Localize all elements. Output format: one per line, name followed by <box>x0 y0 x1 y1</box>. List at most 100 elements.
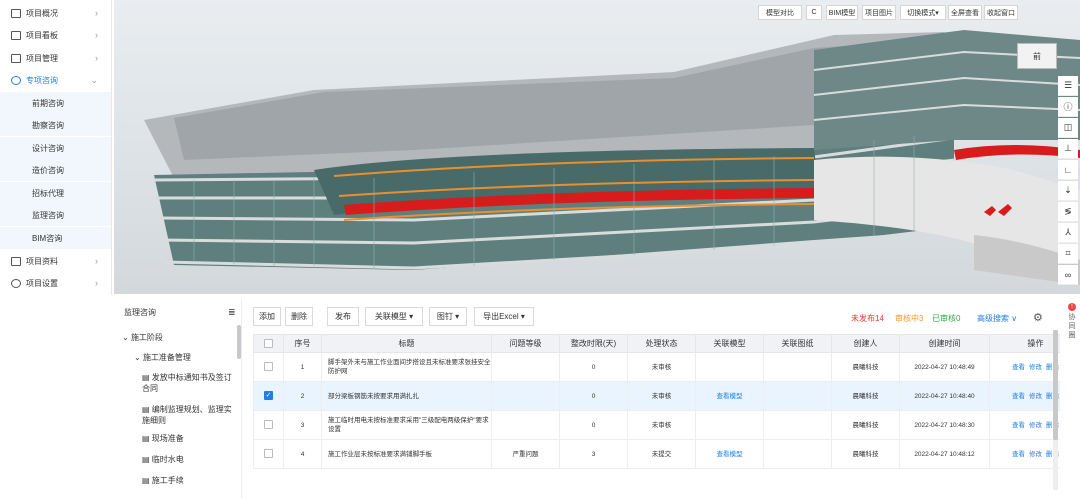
nav-item-special-consulting[interactable]: 专项咨询 ⌄ <box>0 69 112 91</box>
cell-status: 未提交 <box>627 439 696 469</box>
view-cube[interactable]: 前 <box>1017 43 1057 69</box>
nav-item-project-overview[interactable]: 项目概况 › <box>0 2 112 24</box>
pin-icon[interactable]: ⊥ <box>1058 139 1078 159</box>
cell-model[interactable] <box>695 352 764 382</box>
cell-days: 0 <box>559 410 628 440</box>
sub-item-supervision[interactable]: 监理咨询 <box>0 204 111 226</box>
cell-actions: 查看修改删除 <box>989 410 1060 440</box>
menu-icon[interactable]: ≣ <box>228 307 236 318</box>
cell-actions: 查看修改删除 <box>989 439 1060 469</box>
row-checkbox[interactable] <box>253 352 284 382</box>
view-link[interactable]: 查看 <box>1012 422 1025 429</box>
nav-item-project-settings[interactable]: 项目设置 › <box>0 272 112 294</box>
table-row[interactable]: 3 施工临时用电未按标准要求采用"三级配电两级保护"要求设置 0 未审核 晨曦科… <box>253 410 1060 440</box>
measure-icon[interactable]: ∟ <box>1058 160 1078 180</box>
switch-mode-dropdown[interactable]: 切换模式▾ <box>900 5 946 20</box>
list-icon[interactable]: ☰ <box>1058 76 1078 96</box>
cell-title: 部分梁板钢筋未按要求用满扎扎 <box>321 381 492 411</box>
cell-drawing <box>763 352 832 382</box>
tree-scrollbar[interactable] <box>237 325 241 359</box>
nav-item-project-management[interactable]: 项目管理 › <box>0 47 112 69</box>
nav-item-project-docs[interactable]: 项目资料 › <box>0 250 112 272</box>
link-model-dropdown[interactable]: 关联模型 ▾ <box>365 307 423 326</box>
board-icon <box>11 30 21 40</box>
sub-item-survey[interactable]: 勘察咨询 <box>0 114 111 136</box>
bim-model-button[interactable]: BIM模型 <box>826 5 858 20</box>
walk-icon[interactable]: ⇣ <box>1058 181 1078 201</box>
column-header: 创建时间 <box>899 334 990 353</box>
cell-days: 0 <box>559 381 628 411</box>
edit-link[interactable]: 修改 <box>1029 422 1042 429</box>
export-excel-dropdown[interactable]: 导出Excel ▾ <box>474 307 534 326</box>
delete-button[interactable]: 删除 <box>285 307 313 326</box>
advanced-search-link[interactable]: 高级搜索 ∨ <box>977 313 1017 324</box>
tree-node-bid-notice[interactable]: ▤ 发放中标通知书及签订合同 <box>142 372 232 394</box>
sub-item-label: 造价咨询 <box>32 165 64 175</box>
tree-node-construction-prep[interactable]: ⌄ 施工准备管理 <box>134 352 191 363</box>
tree-node-construction-stage[interactable]: ⌄ 施工阶段 <box>122 332 163 343</box>
sub-item-bim[interactable]: BIM咨询 <box>0 227 111 249</box>
status-reviewed[interactable]: 已审核0 <box>932 313 960 324</box>
collab-label-3: 圈 <box>1068 332 1076 339</box>
chevron-right-icon: › <box>95 8 98 18</box>
tree-node-temp-utilities[interactable]: ▤ 临时水电 <box>142 454 184 465</box>
tree-node-supervision-plan[interactable]: ▤ 编制监理规划、监理实施细则 <box>142 404 232 426</box>
sub-item-design[interactable]: 设计咨询 <box>0 137 111 159</box>
collaboration-tab[interactable]: ! 协 同 圈 <box>1064 300 1080 360</box>
cell-status: 未审核 <box>627 352 696 382</box>
nav-item-project-board[interactable]: 项目看板 › <box>0 24 112 46</box>
edit-link[interactable]: 修改 <box>1029 451 1042 458</box>
bim-building-model[interactable] <box>114 0 1080 294</box>
row-checkbox[interactable]: ✓ <box>253 381 284 411</box>
edit-link[interactable]: 修改 <box>1029 393 1042 400</box>
select-all-checkbox[interactable] <box>253 334 284 353</box>
bim-model-viewer[interactable]: 模型对比 C BIM模型 项目图片 切换模式▾ 全屏查看 收起窗口 前 ☰ ⓘ … <box>114 0 1080 294</box>
tree-node-construction-permits[interactable]: ▤ 施工手续 <box>142 475 184 486</box>
tree-node-label: 施工阶段 <box>130 333 163 342</box>
cell-model[interactable]: 查看模型 <box>695 381 764 411</box>
collapse-window-button[interactable]: 收起窗口 <box>984 5 1018 20</box>
refresh-button[interactable]: C <box>806 5 822 20</box>
axis-icon[interactable]: ⅄ <box>1058 223 1078 243</box>
fullscreen-button[interactable]: 全屏查看 <box>948 5 982 20</box>
sub-item-label: 招标代理 <box>32 188 64 198</box>
publish-button[interactable]: 发布 <box>327 307 359 326</box>
chevron-right-icon: › <box>95 30 98 40</box>
cell-drawing <box>763 439 832 469</box>
cell-model[interactable] <box>695 410 764 440</box>
share-icon[interactable]: ∞ <box>1058 265 1078 285</box>
pin-dropdown[interactable]: 图钉 ▾ <box>429 307 467 326</box>
table-row[interactable]: ✓ 2 部分梁板钢筋未按要求用满扎扎 0 未审核 查看模型 晨曦科技 2022-… <box>253 381 1060 411</box>
column-header: 操作 <box>989 334 1060 353</box>
view-link[interactable]: 查看 <box>1012 393 1025 400</box>
add-button[interactable]: 添加 <box>253 307 281 326</box>
sub-item-cost[interactable]: 造价咨询 <box>0 159 111 181</box>
section-icon[interactable]: ◫ <box>1058 118 1078 138</box>
tree-node-site-prep[interactable]: ▤ 现场准备 <box>142 433 184 444</box>
table-row[interactable]: 4 施工作业层未按标准要求满铺脚手板 严重问题 3 未提交 查看模型 晨曦科技 … <box>253 439 1060 469</box>
view-link[interactable]: 查看 <box>1012 364 1025 371</box>
status-reviewing[interactable]: 审核中3 <box>895 313 923 324</box>
roam-icon[interactable]: ≶ <box>1058 202 1078 222</box>
model-compare-button[interactable]: 模型对比 <box>758 5 802 20</box>
cell-actions: 查看修改删除 <box>989 381 1060 411</box>
sub-item-bidding[interactable]: 招标代理 <box>0 182 111 204</box>
collab-label-1: 协 <box>1068 314 1076 321</box>
scrollbar-thumb[interactable] <box>1053 330 1058 440</box>
table-header-row: 序号 标题 问题等级 整改时限(天) 处理状态 关联模型 关联图纸 创建人 创建… <box>253 334 1060 353</box>
row-checkbox[interactable] <box>253 439 284 469</box>
table-scrollbar[interactable] <box>1053 330 1058 490</box>
view-link[interactable]: 查看 <box>1012 451 1025 458</box>
table-row[interactable]: 1 脚手架外未与施工作业面间步搭设且未标准要求张挂安全防护网 0 未审核 晨曦科… <box>253 352 1060 382</box>
info-icon[interactable]: ⓘ <box>1058 97 1078 117</box>
cell-level <box>491 381 560 411</box>
edit-link[interactable]: 修改 <box>1029 364 1042 371</box>
row-checkbox[interactable] <box>253 410 284 440</box>
cell-model[interactable]: 查看模型 <box>695 439 764 469</box>
project-images-button[interactable]: 项目图片 <box>862 5 896 20</box>
sub-item-preliminary[interactable]: 前期咨询 <box>0 92 111 114</box>
settings-gear-icon[interactable]: ⚙ <box>1033 311 1043 324</box>
status-unpublished[interactable]: 未发布14 <box>851 313 884 324</box>
cell-time: 2022-04-27 10:48:49 <box>899 352 990 382</box>
crop-icon[interactable]: ⌗ <box>1058 244 1078 264</box>
